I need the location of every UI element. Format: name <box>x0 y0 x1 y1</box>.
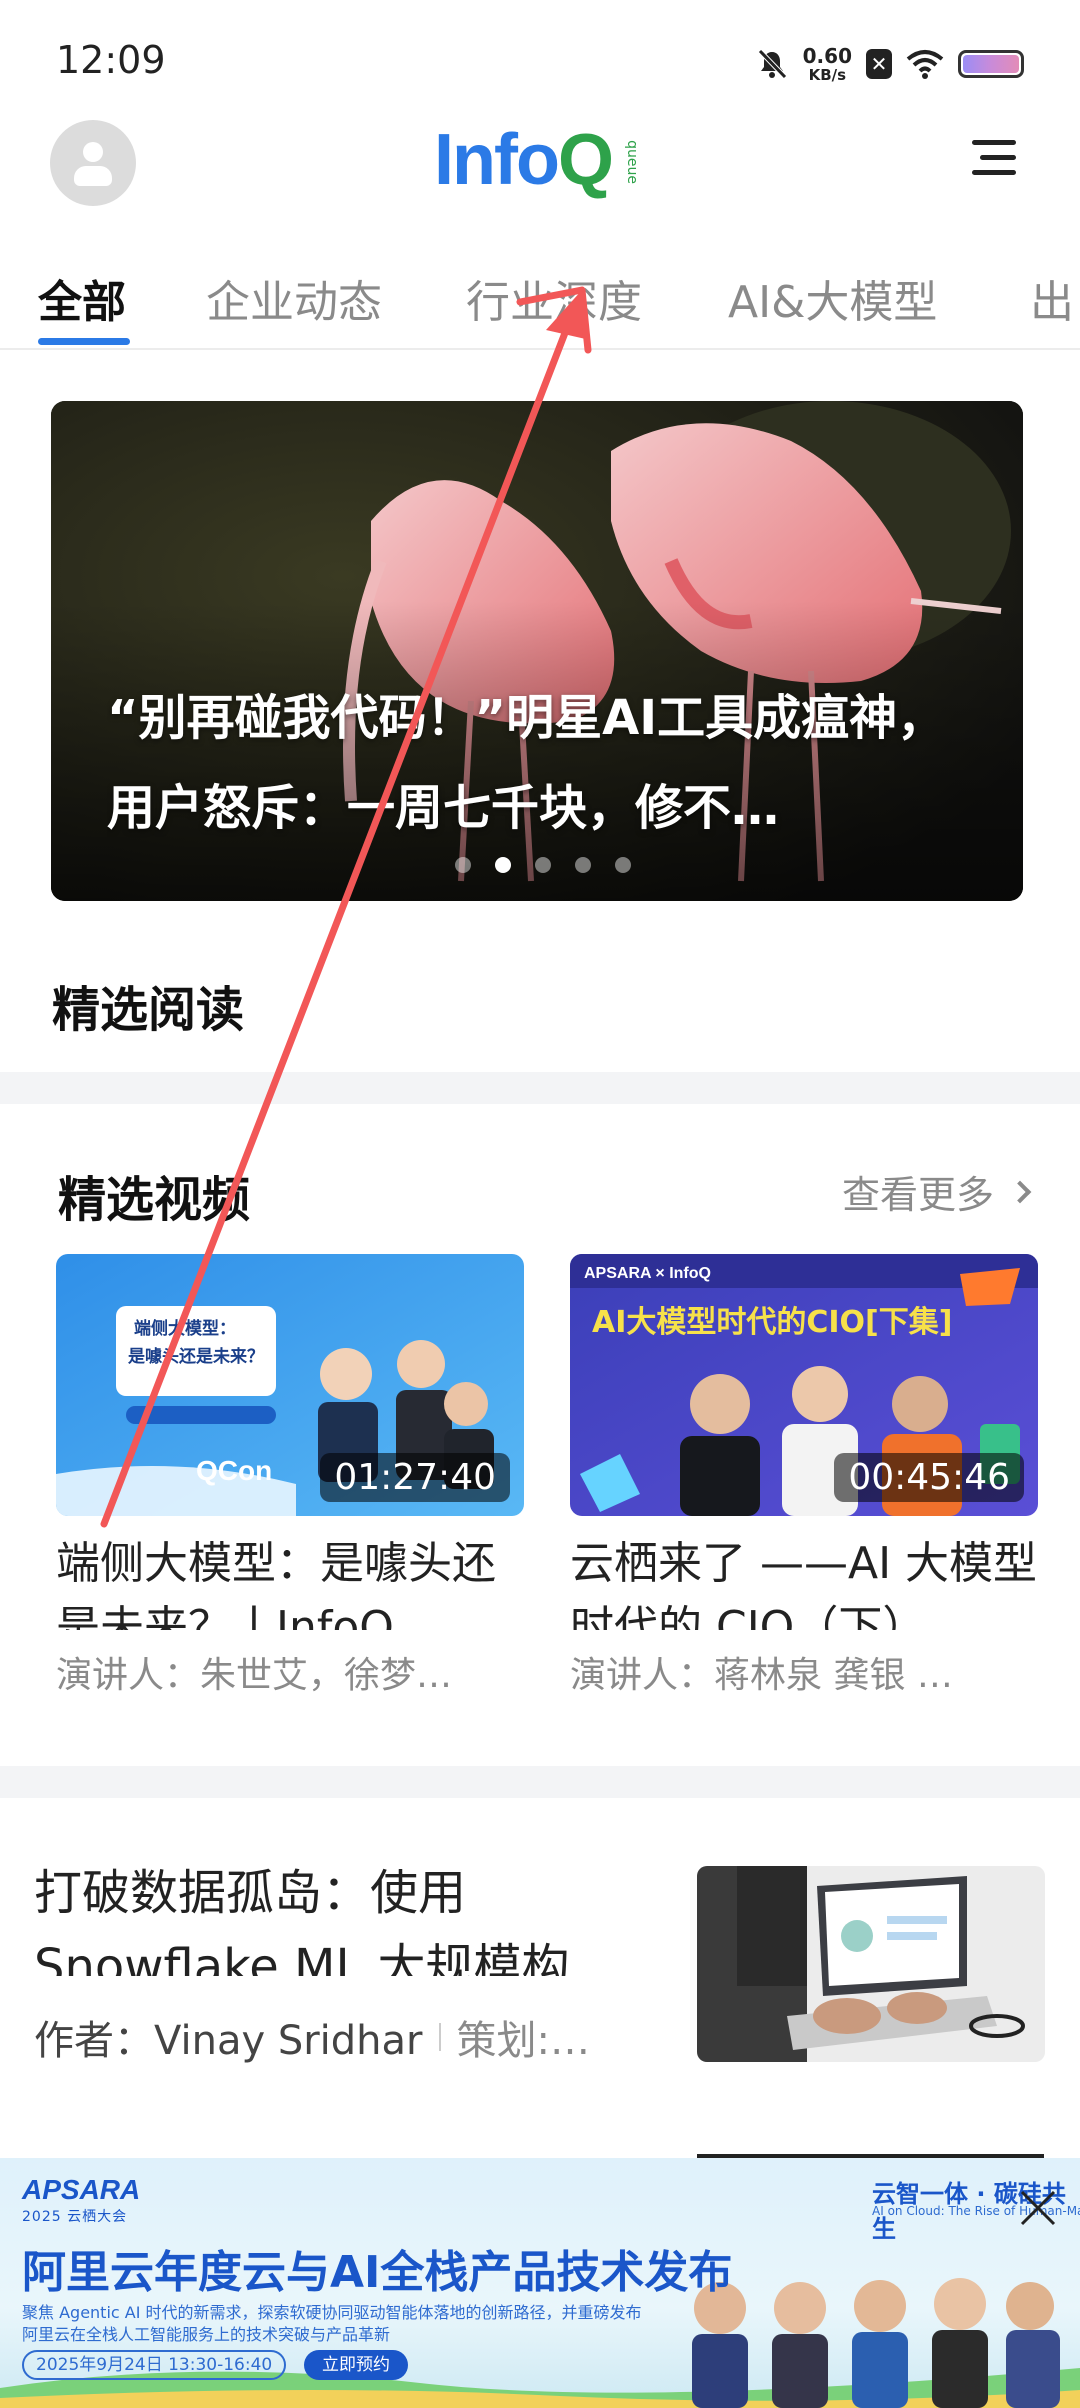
sim-x-icon: ✕ <box>866 49 892 79</box>
section-separator <box>0 1072 1080 1104</box>
active-tab-indicator <box>38 338 130 345</box>
net-speed: 0.60 KB/s <box>802 43 852 84</box>
ad-banner[interactable]: APSARA 2025 云栖大会 阿里云年度云与AI全栈产品技术发布 聚焦 Ag… <box>0 2158 1080 2408</box>
tab-all[interactable]: 全部 <box>38 266 126 330</box>
ad-brand-sub: 2025 云栖大会 <box>22 2209 128 2225</box>
status-time: 12:09 <box>56 38 166 82</box>
carousel-dot[interactable] <box>535 857 551 873</box>
tabs-divider <box>0 348 1080 350</box>
article-author: 作者：Vinay Sridhar <box>34 2018 423 2064</box>
banner-carousel[interactable]: “别再碰我代码！”明星AI工具成瘟神，用户怒斥：一周七千块，修不… <box>51 401 1023 901</box>
article-thumbnail[interactable] <box>697 1866 1045 2062</box>
close-icon[interactable] <box>1014 2184 1062 2232</box>
article-list-item[interactable]: 打破数据孤岛：使用 Snowflake ML 大规模构建、部… 作者：Vinay… <box>0 1856 1080 2076</box>
featured-video-title: 精选视频 <box>58 1172 251 1228</box>
video-card[interactable]: QCon 端侧大模型： 是噱头还是未来？ 01:27:40 端侧大模型：是噱头还… <box>56 1254 524 1698</box>
video-duration: 00:45:46 <box>834 1453 1024 1502</box>
video-title[interactable]: 端侧大模型：是噱头还是未来？丨InfoQ… <box>56 1532 524 1630</box>
ad-reserve-button[interactable]: 立即预约 <box>304 2350 408 2380</box>
ad-brand-logo: APSARA <box>22 2174 141 2205</box>
tab-company-news[interactable]: 企业动态 <box>206 266 382 330</box>
status-icons: 0.60 KB/s ✕ <box>755 40 1024 88</box>
video-title[interactable]: 云栖来了 ——AI 大模型时代的 CIO（下） <box>570 1532 1038 1630</box>
carousel-dot[interactable] <box>575 857 591 873</box>
article-title[interactable]: 打破数据孤岛：使用 Snowflake ML 大规模构建、部… <box>34 1856 664 1976</box>
featured-reading-title: 精选阅读 <box>52 982 245 1038</box>
video-speaker: 演讲人：朱世艾，徐梦… <box>56 1655 453 1696</box>
svg-text:端侧大模型：: 端侧大模型： <box>134 1318 236 1339</box>
carousel-dot-active[interactable] <box>495 857 511 873</box>
tab-more[interactable]: 出 <box>1030 266 1074 330</box>
svg-text:AI大模型时代的CIO[下集]: AI大模型时代的CIO[下集] <box>592 1305 952 1340</box>
carousel-dot[interactable] <box>615 857 631 873</box>
tab-industry-depth[interactable]: 行业深度 <box>466 266 642 330</box>
avatar[interactable] <box>50 120 136 206</box>
section-separator <box>0 1766 1080 1798</box>
hamburger-menu-icon[interactable] <box>968 134 1016 182</box>
battery-icon <box>958 50 1024 78</box>
wifi-icon <box>906 50 944 79</box>
video-card[interactable]: APSARA × InfoQ AI大模型时代的CIO[下集] 00:45:46 … <box>570 1254 1038 1698</box>
video-thumbnail[interactable]: APSARA × InfoQ AI大模型时代的CIO[下集] 00:45:46 <box>570 1254 1038 1516</box>
video-thumbnail[interactable]: QCon 端侧大模型： 是噱头还是未来？ 01:27:40 <box>56 1254 524 1516</box>
carousel-dots <box>455 857 631 873</box>
mute-bell-icon <box>757 49 787 79</box>
ad-title: 阿里云年度云与AI全栈产品技术发布 <box>22 2247 733 2298</box>
article-editor: 策划:… <box>456 2018 590 2064</box>
svg-text:APSARA × InfoQ: APSARA × InfoQ <box>584 1265 711 1282</box>
tab-ai-large-models[interactable]: AI&大模型 <box>728 266 937 330</box>
video-duration: 01:27:40 <box>320 1453 510 1502</box>
infoq-logo: Info Qqueue <box>434 120 640 200</box>
video-speaker: 演讲人：蒋林泉 龚银 … <box>570 1655 953 1696</box>
category-tabs: 全部 企业动态 行业深度 AI&大模型 出 <box>0 258 1080 348</box>
svg-text:是噱头还是未来？: 是噱头还是未来？ <box>128 1346 264 1367</box>
banner-title[interactable]: “别再碰我代码！”明星AI工具成瘟神，用户怒斥：一周七千块，修不… <box>107 673 987 853</box>
app-header: Info Qqueue <box>0 112 1080 212</box>
meta-divider <box>438 2023 441 2051</box>
status-bar: 12:09 0.60 KB/s ✕ <box>0 0 1080 120</box>
ad-description: 聚焦 Agentic AI 时代的新需求，探索软硬协同驱动智能体落地的创新路径，… <box>22 2303 642 2344</box>
svg-text:QCon: QCon <box>196 1455 272 1486</box>
article-meta: 作者：Vinay Sridhar 策划:… <box>34 2008 590 2066</box>
see-more-link[interactable]: 查看更多 <box>842 1164 1032 1219</box>
carousel-dot[interactable] <box>455 857 471 873</box>
ad-date: 2025年9月24日 13:30-16:40 <box>22 2350 287 2380</box>
chevron-right-icon <box>1008 1180 1032 1203</box>
